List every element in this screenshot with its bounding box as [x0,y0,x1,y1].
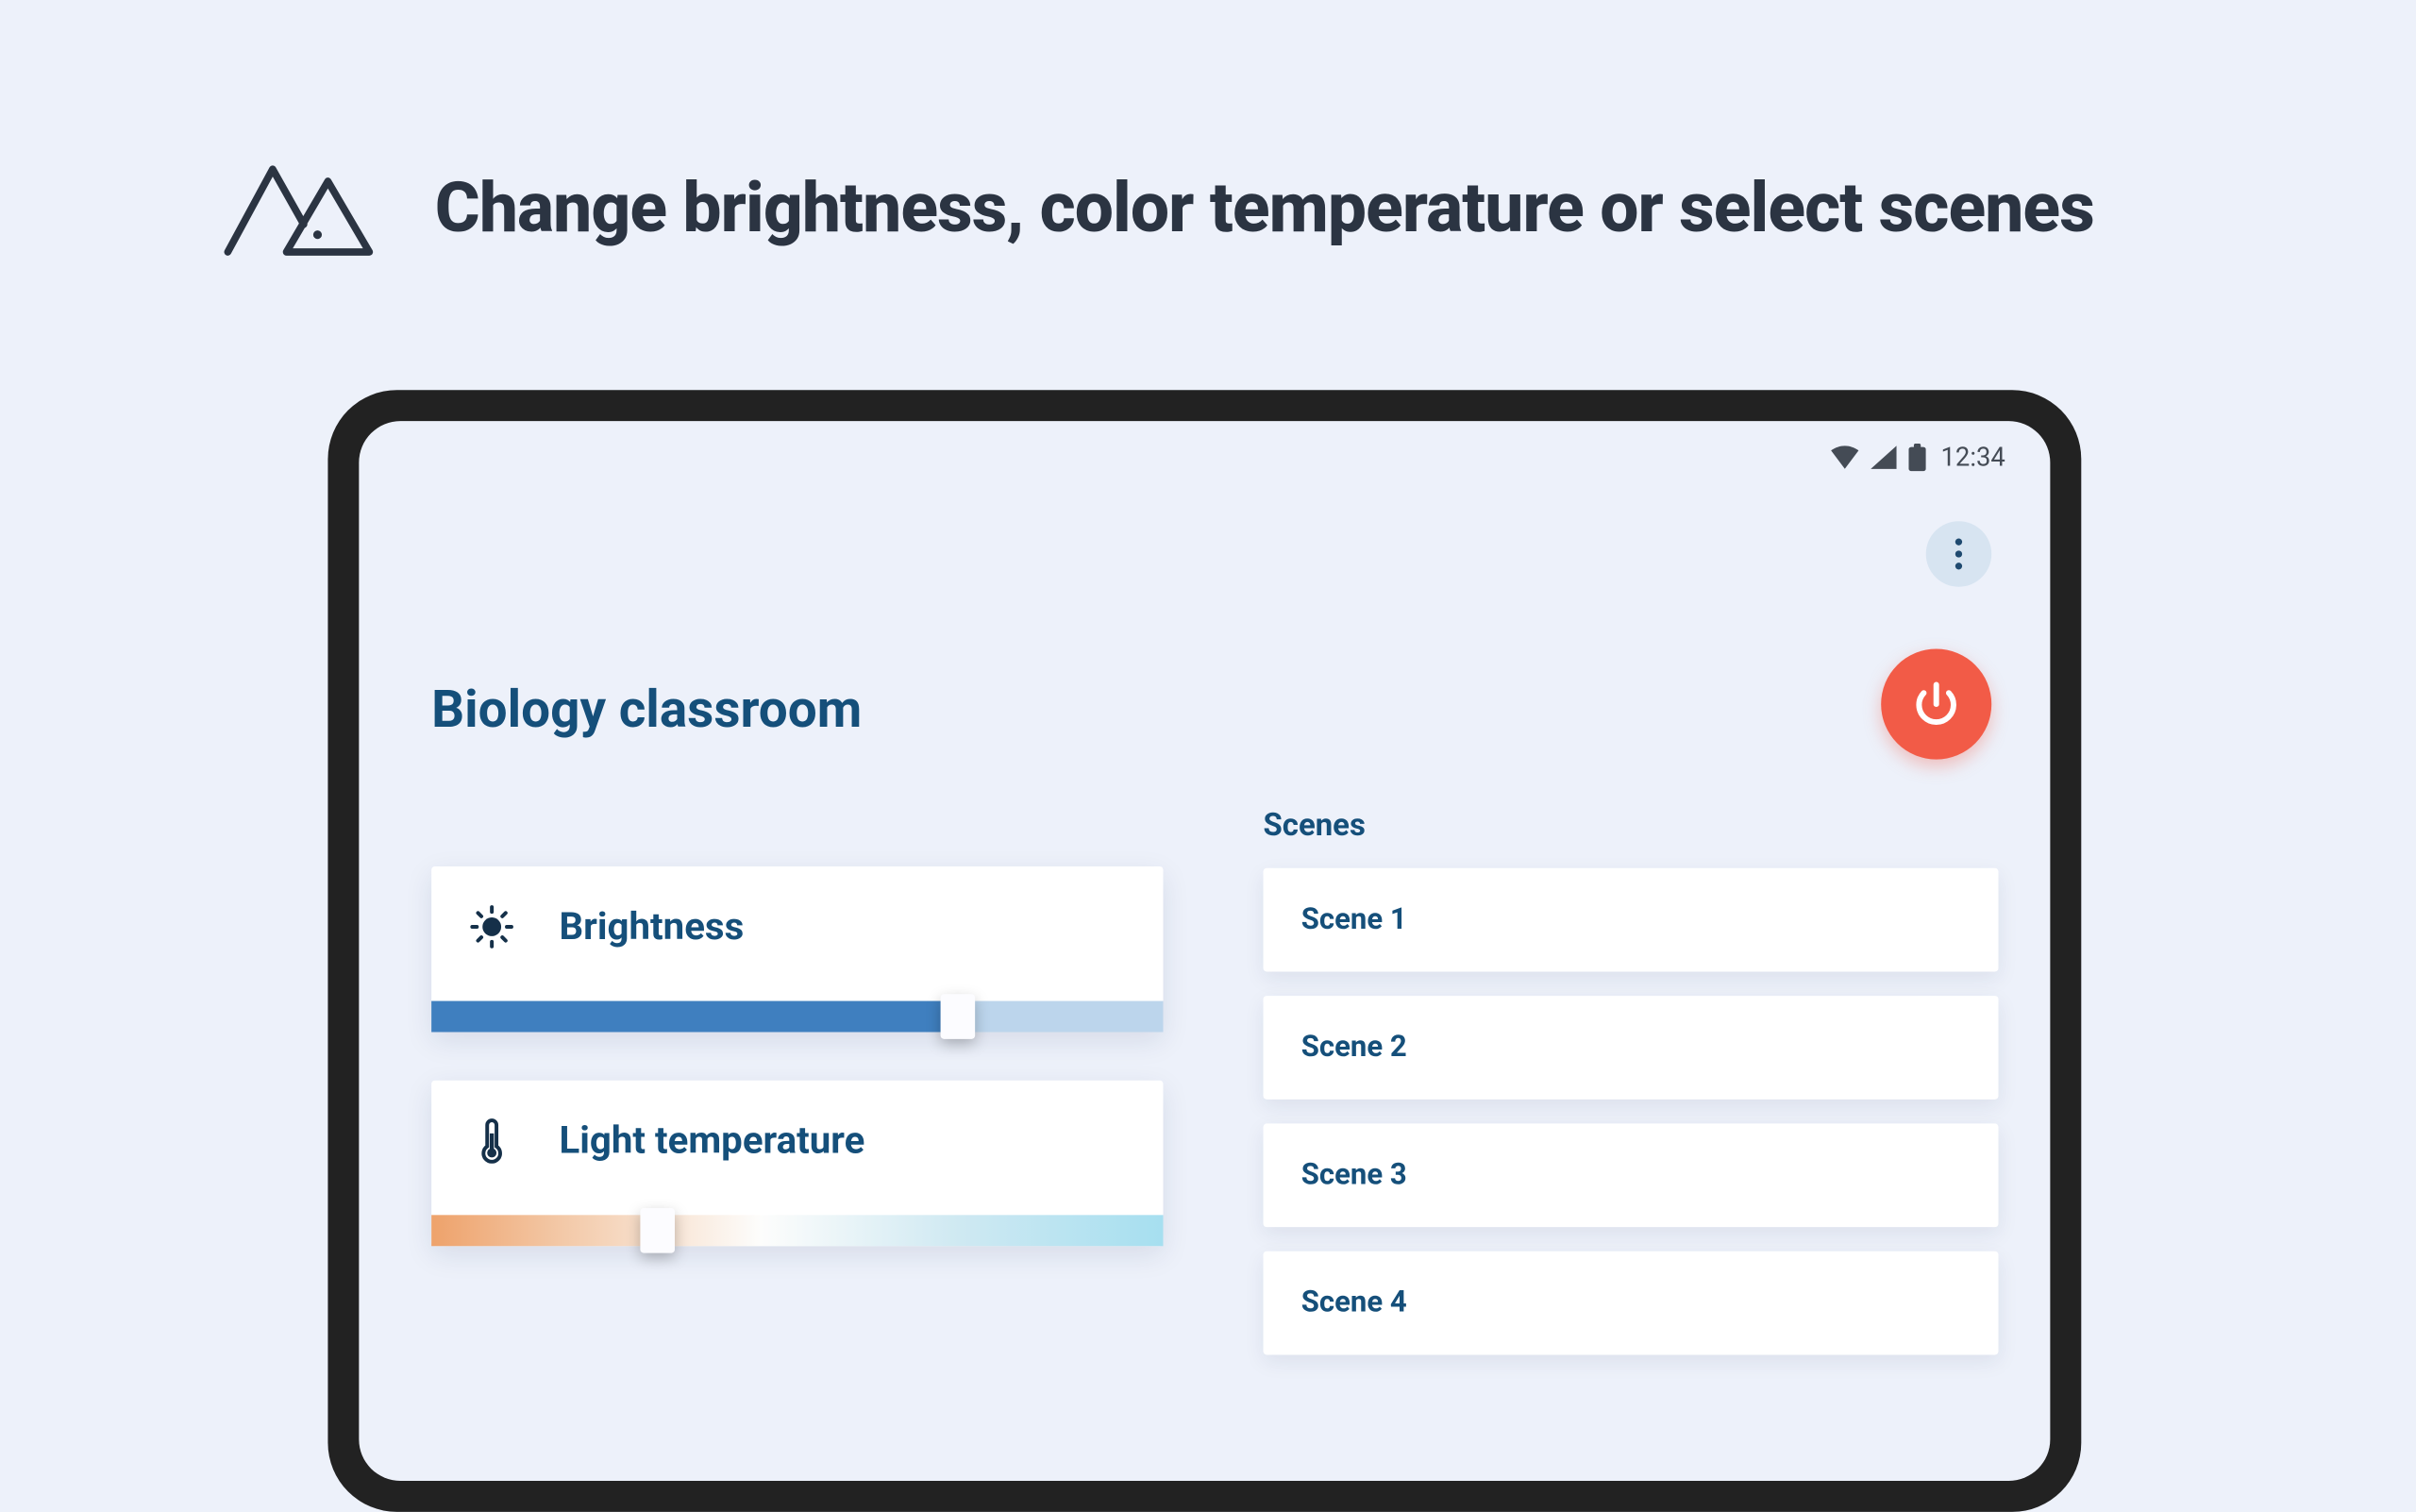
power-button[interactable] [1881,649,1991,760]
tablet-frame: 12:34 Biology classroom [327,390,2081,1512]
scene-item[interactable]: Scene 2 [1264,996,1999,1100]
more-vertical-icon [1955,539,1962,570]
scene-item[interactable]: Scene 4 [1264,1252,1999,1355]
thermometer-icon [469,1118,514,1164]
tablet-screen: 12:34 Biology classroom [359,421,2050,1481]
temperature-slider[interactable] [431,1215,1163,1246]
scene-item[interactable]: Scene 1 [1264,868,1999,972]
status-bar: 12:34 [1830,442,2005,473]
hero-title: Change brightness, color temperature or … [435,166,2094,247]
hero-header: Change brightness, color temperature or … [221,152,2094,262]
more-menu-button[interactable] [1926,521,1991,586]
wifi-icon [1830,445,1857,470]
scenes-heading: Scenes [1264,808,1999,844]
power-icon [1910,679,1962,731]
room-title: Biology classroom [431,680,862,740]
mountains-icon [221,152,377,262]
scene-item[interactable]: Scene 3 [1264,1123,1999,1227]
temperature-slider-thumb[interactable] [641,1208,676,1253]
brightness-fill [431,1001,958,1033]
status-time: 12:34 [1941,442,2005,473]
temperature-card: Light temperature [431,1081,1163,1247]
brightness-slider[interactable] [431,1001,1163,1033]
brightness-slider-thumb[interactable] [941,994,976,1039]
battery-icon [1908,444,1925,471]
temperature-label: Light temperature [559,1119,864,1163]
cellular-signal-icon [1871,445,1896,470]
brightness-icon [469,904,514,949]
brightness-label: Brightness [559,905,744,949]
brightness-card: Brightness [431,866,1163,1033]
